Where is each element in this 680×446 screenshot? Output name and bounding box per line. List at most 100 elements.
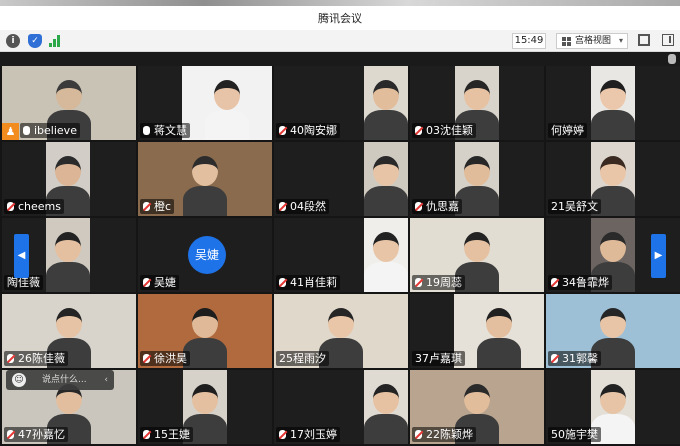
participant-tile[interactable]: 仇思嘉 — [410, 142, 544, 216]
mic-muted-icon — [7, 354, 14, 363]
participant-face — [600, 80, 626, 110]
participant-face — [192, 384, 218, 414]
participant-face — [464, 156, 490, 186]
participant-body — [183, 186, 227, 216]
participant-name-tag: 03沈佳颖 — [412, 123, 476, 138]
participant-name-tag: 31郭馨 — [548, 351, 601, 366]
participant-tile[interactable]: 15王婕 — [138, 370, 272, 444]
participant-name: ibelieve — [34, 124, 77, 137]
participant-name: 26陈佳薇 — [18, 352, 65, 365]
view-mode-button[interactable]: 宫格视图 ▾ — [556, 33, 628, 49]
mic-muted-icon — [415, 278, 422, 287]
participant-name: 47孙嘉忆 — [18, 428, 65, 441]
mic-muted-icon — [415, 126, 422, 135]
mic-muted-icon — [143, 202, 150, 211]
participant-name: 40陶安娜 — [290, 124, 337, 137]
mic-muted-icon — [415, 430, 422, 439]
participant-body — [591, 110, 635, 140]
chevron-down-icon: ▾ — [618, 36, 623, 45]
participant-name-tag: 19周蕊 — [412, 275, 465, 290]
participant-tile[interactable]: 何婷婷 — [546, 66, 680, 140]
participant-tile[interactable]: 37卢嘉琪 — [410, 294, 544, 368]
mic-muted-icon — [279, 126, 286, 135]
info-icon[interactable]: i — [6, 34, 20, 48]
participant-name: cheems — [18, 200, 62, 213]
chat-input-bar[interactable]: ☺ 说点什么... ‹ — [6, 370, 114, 390]
participant-tile[interactable]: 21吴舒文 — [546, 142, 680, 216]
participant-name-tag: 徐洪昊 — [140, 351, 190, 366]
participant-name: 41肖佳莉 — [290, 276, 337, 289]
participant-tile[interactable]: 徐洪昊 — [138, 294, 272, 368]
mic-muted-icon — [7, 202, 14, 211]
participant-video — [364, 218, 408, 292]
participant-body — [205, 110, 249, 140]
participant-video — [454, 294, 544, 368]
window-title: 腾讯会议 — [318, 12, 362, 25]
participant-tile[interactable]: 03沈佳颖 — [410, 66, 544, 140]
participant-tile[interactable]: cheems — [2, 142, 136, 216]
participant-face — [464, 384, 490, 414]
participant-name: 吴婕 — [154, 276, 176, 289]
participant-tile[interactable]: 17刘玉婷 — [274, 370, 408, 444]
shield-icon[interactable]: ✓ — [28, 34, 42, 48]
participant-name-tag: 50施宇樊 — [548, 427, 601, 442]
fullscreen-icon[interactable] — [638, 34, 650, 46]
participant-face — [464, 80, 490, 110]
mic-muted-icon — [551, 354, 558, 363]
participant-name-tag: 41肖佳莉 — [276, 275, 340, 290]
participant-tile[interactable]: 蒋文慧 — [138, 66, 272, 140]
participant-name-tag: 34鲁霏烨 — [548, 275, 612, 290]
participant-face — [373, 384, 399, 414]
participant-body — [477, 338, 521, 368]
emoji-icon[interactable]: ☺ — [12, 373, 26, 387]
mic-muted-icon — [551, 278, 558, 287]
participant-name: 何婷婷 — [551, 124, 584, 137]
participant-name: 徐洪昊 — [154, 352, 187, 365]
participant-face — [600, 232, 626, 262]
participant-name: 橙c — [154, 200, 172, 213]
next-page-button[interactable]: ▶ — [651, 234, 666, 278]
participant-tile[interactable]: ♟ ibelieve — [2, 66, 136, 140]
participant-body — [364, 414, 408, 444]
participant-name-tag: 26陈佳薇 — [4, 351, 68, 366]
meeting-time: 15:49 — [512, 33, 546, 49]
participant-body — [364, 186, 408, 216]
participant-name-tag: 22陈颖烨 — [412, 427, 476, 442]
participant-tile[interactable]: 吴婕 吴婕 — [138, 218, 272, 292]
mic-muted-icon — [7, 430, 14, 439]
participant-name-tag: 17刘玉婷 — [276, 427, 340, 442]
grid-view-icon — [562, 37, 571, 46]
participant-video — [182, 66, 272, 140]
participant-face — [464, 232, 490, 262]
participant-tile[interactable]: 25程雨汐 — [274, 294, 408, 368]
mic-muted-icon — [415, 202, 422, 211]
chevron-left-icon[interactable]: ‹ — [104, 370, 108, 390]
participant-face — [600, 308, 626, 338]
participant-tile[interactable]: 50施宇樊 — [546, 370, 680, 444]
participant-tile[interactable]: 04段然 — [274, 142, 408, 216]
signal-icon[interactable] — [48, 34, 62, 48]
sidebar-toggle-icon[interactable] — [662, 34, 674, 46]
participant-name-tag: 25程雨汐 — [276, 351, 329, 366]
participant-face — [55, 232, 81, 262]
participant-name: 22陈颖烨 — [426, 428, 473, 441]
participant-tile[interactable]: 22陈颖烨 — [410, 370, 544, 444]
mic-muted-icon — [143, 278, 150, 287]
participant-face — [328, 308, 354, 338]
mic-icon — [23, 126, 30, 135]
participant-tile[interactable]: 26陈佳薇 — [2, 294, 136, 368]
participant-name-tag: 仇思嘉 — [412, 199, 462, 214]
participant-name: 03沈佳颖 — [426, 124, 473, 137]
participant-tile[interactable]: 31郭馨 — [546, 294, 680, 368]
participant-tile[interactable]: 40陶安娜 — [274, 66, 408, 140]
participant-tile[interactable]: 41肖佳莉 — [274, 218, 408, 292]
participant-name-tag: 40陶安娜 — [276, 123, 340, 138]
participant-tile[interactable]: 橙c — [138, 142, 272, 216]
participant-face — [373, 156, 399, 186]
participant-name-tag: 何婷婷 — [548, 123, 587, 138]
prev-page-button[interactable]: ◀ — [14, 234, 29, 278]
participant-face — [192, 308, 218, 338]
participant-tile[interactable]: 19周蕊 — [410, 218, 544, 292]
host-badge-icon: ♟ — [2, 123, 19, 140]
meeting-toolbar: i ✓ 15:49 宫格视图 ▾ — [0, 30, 680, 52]
